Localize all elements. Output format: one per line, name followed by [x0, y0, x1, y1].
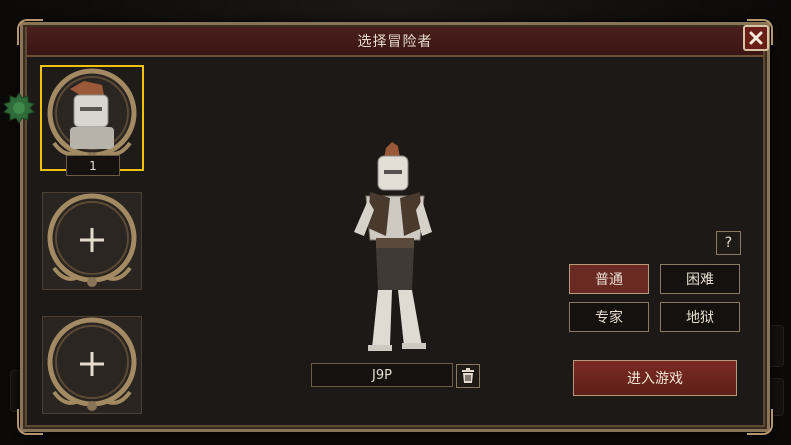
- adventurer-slot-2[interactable]: [40, 190, 144, 292]
- dialog-title: 选择冒险者: [357, 34, 433, 50]
- ornate-frame: [47, 193, 137, 287]
- help-button[interactable]: ?: [716, 231, 741, 255]
- difficulty-hell-button[interactable]: 地狱: [660, 302, 740, 332]
- adventurer-slot-3[interactable]: [40, 314, 144, 416]
- difficulty-expert-button[interactable]: 专家: [569, 302, 649, 332]
- difficulty-hard-button[interactable]: 困难: [660, 264, 740, 294]
- frame-ornament: [747, 409, 773, 435]
- slot-label: 1: [66, 155, 120, 176]
- enter-game-button[interactable]: 进入游戏: [573, 360, 737, 396]
- title-bar: 选择冒险者: [27, 27, 763, 57]
- delete-button[interactable]: [456, 364, 480, 388]
- character-preview: [354, 142, 432, 351]
- adventurer-name-field[interactable]: J9P: [311, 363, 453, 387]
- close-button[interactable]: [743, 25, 769, 51]
- trash-icon: [462, 368, 474, 383]
- close-icon: [749, 31, 763, 45]
- ornate-frame: [47, 317, 137, 411]
- gear-icon[interactable]: [3, 92, 35, 124]
- difficulty-normal-button[interactable]: 普通: [569, 264, 649, 294]
